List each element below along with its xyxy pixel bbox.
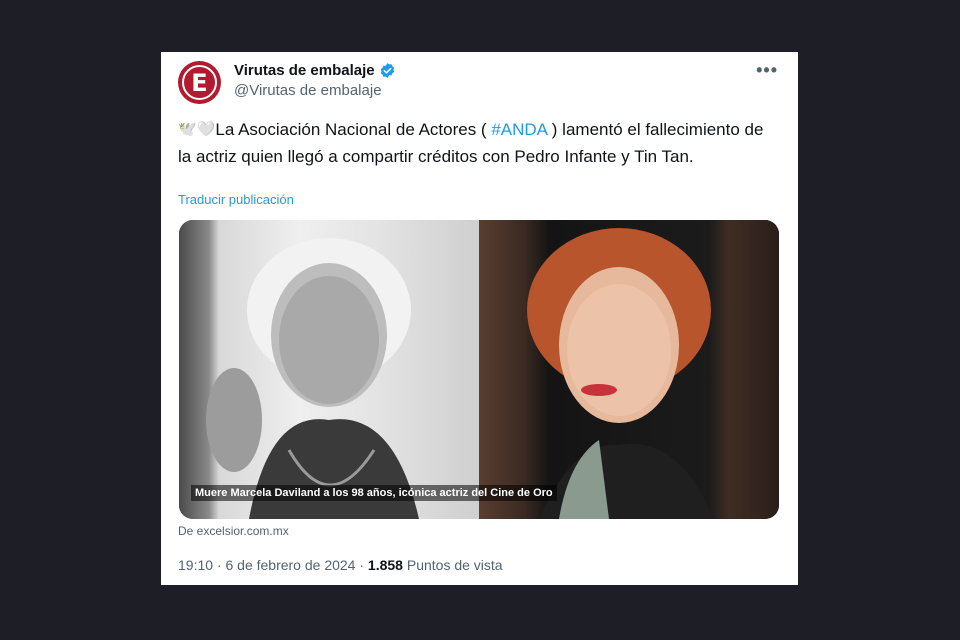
tweet-text: 🕊️🤍La Asociación Nacional de Actores ( #…	[178, 116, 778, 170]
tweet-text-part-1: La Asociación Nacional de Actores (	[215, 120, 492, 139]
media-caption: Muere Marcela Daviland a los 98 años, ic…	[191, 485, 557, 501]
tweet-card[interactable]: E Virutas de embalaje @Virutas de embala…	[161, 52, 798, 585]
media-photo-right	[479, 220, 779, 519]
author-display-name[interactable]: Virutas de embalaje	[234, 62, 375, 79]
portrait-left-illustration	[206, 238, 419, 519]
views-count[interactable]: 1.858	[368, 557, 403, 573]
views-label: Puntos de vista	[402, 557, 503, 573]
tweet-timestamp[interactable]: 19:10 · 6 de febrero de 2024 ·	[178, 557, 368, 573]
author-name-row: Virutas de embalaje	[234, 62, 396, 79]
white-heart-emoji-icon: 🤍	[196, 120, 216, 138]
author-handle[interactable]: @Virutas de embalaje	[234, 82, 382, 99]
avatar[interactable]: E	[178, 61, 221, 104]
tweet-meta: 19:10 · 6 de febrero de 2024 · 1.858 Pun…	[178, 557, 503, 573]
media-photo-left	[179, 220, 479, 519]
link-card-media[interactable]: Muere Marcela Daviland a los 98 años, ic…	[179, 220, 779, 519]
dove-emoji-icon: 🕊️	[178, 121, 197, 138]
verified-badge-icon	[380, 63, 394, 78]
link-source[interactable]: De excelsior.com.mx	[178, 524, 289, 538]
hashtag-link[interactable]: #ANDA	[491, 120, 547, 139]
more-options-icon[interactable]: •••	[756, 60, 778, 81]
portrait-right-illustration	[527, 228, 714, 519]
avatar-logo-letter: E	[182, 65, 217, 100]
translate-link[interactable]: Traducir publicación	[178, 192, 294, 207]
